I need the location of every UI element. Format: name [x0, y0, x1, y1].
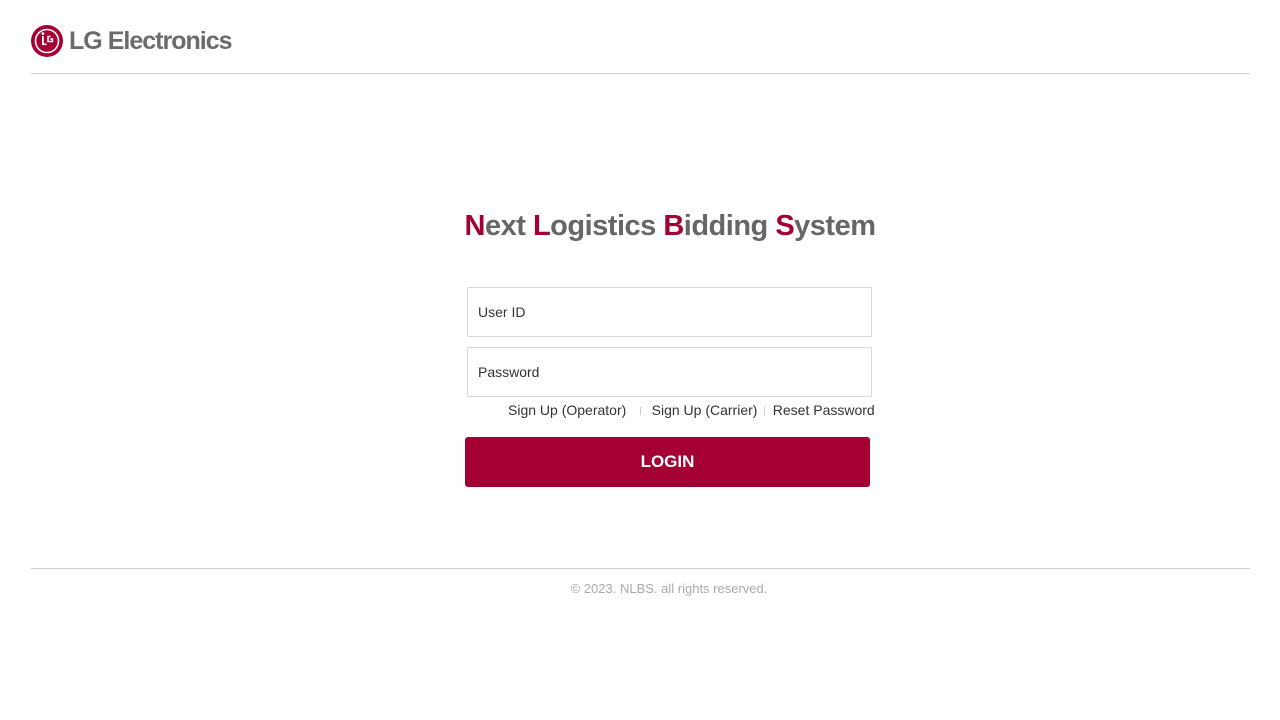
title-rest-n: ext	[484, 210, 533, 242]
login-button[interactable]: LOGIN	[465, 437, 870, 487]
reset-password-link[interactable]: Reset Password	[773, 402, 875, 418]
link-separator: |	[763, 405, 766, 415]
signup-operator-link[interactable]: Sign Up (Operator)	[508, 402, 626, 418]
title-rest-b: idding	[683, 210, 776, 242]
lg-logo[interactable]: LG Electronics	[31, 24, 232, 57]
title-accent-s: S	[775, 210, 795, 242]
password-input[interactable]	[467, 347, 872, 397]
title-accent-l: L	[532, 210, 551, 242]
copyright-text: © 2023. NLBS. all rights reserved.	[570, 581, 768, 596]
title-accent-b: B	[663, 210, 684, 242]
signup-carrier-link[interactable]: Sign Up (Carrier)	[652, 402, 758, 418]
user-id-input[interactable]	[467, 287, 872, 337]
lg-face-icon	[31, 24, 63, 57]
title-accent-n: N	[464, 210, 486, 242]
header: LG Electronics	[31, 0, 1250, 74]
logo-electronics-text: Electronics	[107, 26, 233, 55]
logo-wordmark: LG Electronics	[69, 25, 232, 57]
footer-divider	[31, 568, 1250, 569]
title-rest-s: ystem	[794, 210, 876, 242]
title-rest-l: ogistics	[550, 210, 664, 242]
page-title: Next Logistics Bidding System	[0, 210, 1280, 243]
link-separator: |	[639, 405, 642, 415]
logo-lg-text: LG	[69, 26, 103, 55]
account-links: Sign Up (Operator) | Sign Up (Carrier) |…	[508, 401, 875, 419]
